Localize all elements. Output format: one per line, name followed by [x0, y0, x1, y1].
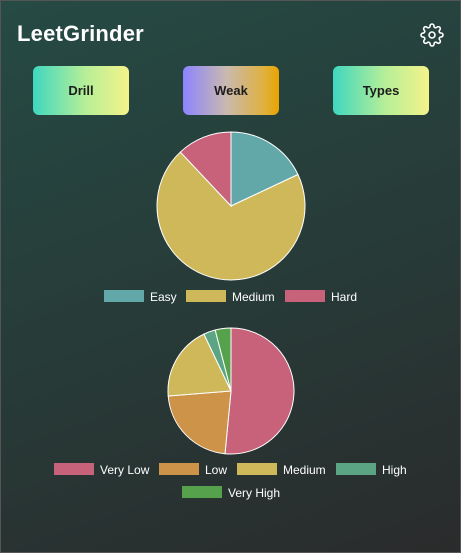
legend-label-medium: Medium	[232, 290, 275, 304]
pie-chart-1	[156, 131, 306, 281]
legend-swatch-easy	[104, 290, 144, 302]
legend-swatch-medium	[237, 463, 277, 475]
legend-swatch-hard	[285, 290, 325, 302]
legend-label-very-low: Very Low	[100, 463, 150, 477]
chart-legend-2: Very Low Low Medium High Very High	[54, 463, 407, 500]
legend-swatch-very-high	[182, 486, 222, 498]
legend-label-medium: Medium	[283, 463, 326, 477]
legend-label-low: Low	[205, 463, 227, 477]
legend-label-hard: Hard	[331, 290, 357, 304]
charts-area: Easy Medium HardVery Low Low Medium HighVery …	[54, 131, 407, 500]
legend-label-high: High	[382, 463, 407, 477]
legend-swatch-very-low	[54, 463, 94, 475]
pie-slice-very-low[interactable]	[224, 327, 295, 455]
pie-chart-2	[167, 327, 295, 455]
legend-swatch-medium	[186, 290, 226, 302]
legend-label-easy: Easy	[150, 290, 177, 304]
legend-swatch-high	[336, 463, 376, 475]
legend-label-very-high: Very High	[228, 486, 280, 500]
pie-slice-low[interactable]	[167, 390, 232, 455]
legend-swatch-low	[159, 463, 199, 475]
chart-legend-1: Easy Medium Hard	[104, 290, 357, 304]
app-window: LeetGrinder Drill Weak Types Easy Medium H…	[0, 0, 461, 553]
